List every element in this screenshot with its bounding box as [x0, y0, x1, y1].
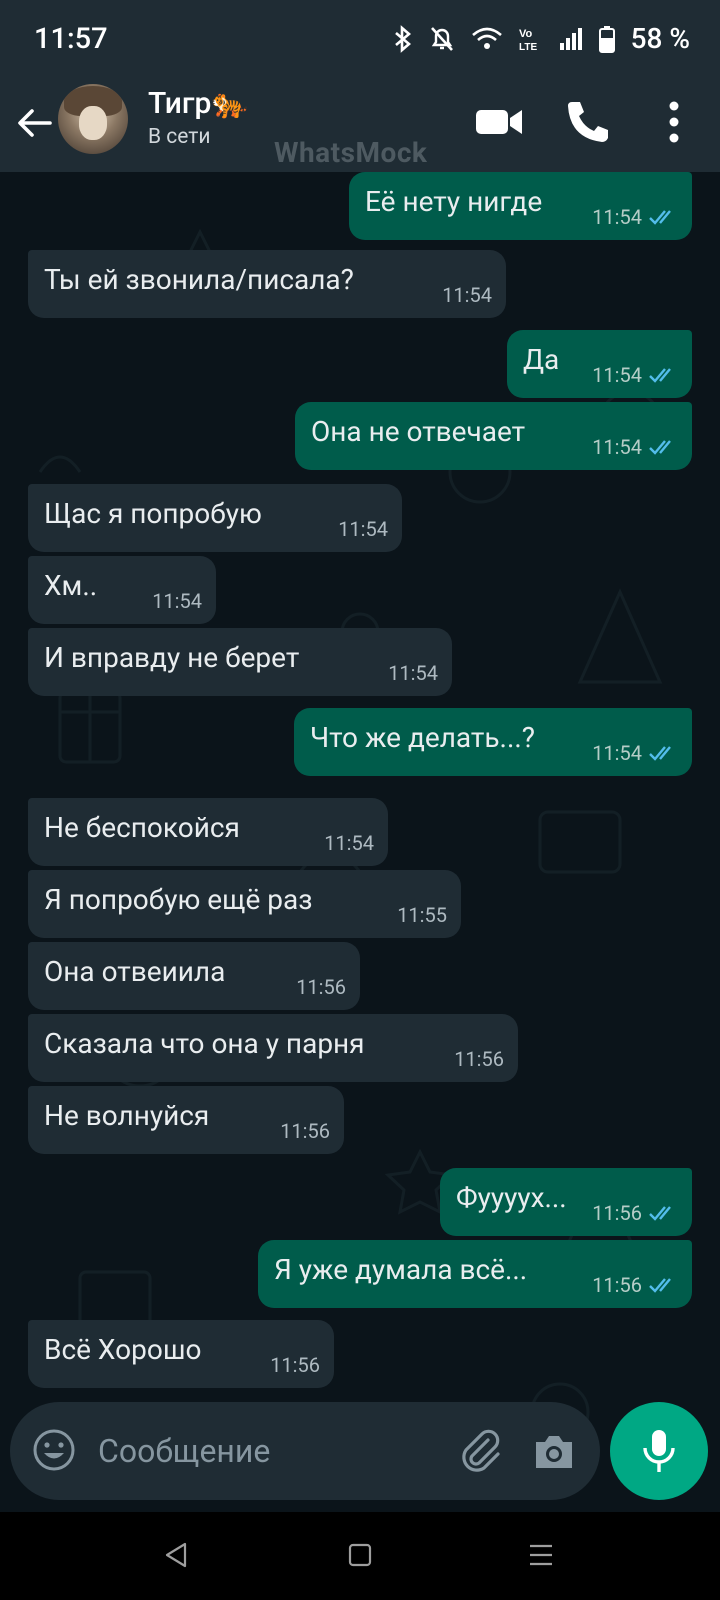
mute-icon: [430, 26, 453, 51]
message-text: Я попробую ещё раз: [44, 883, 313, 916]
message-text: Не беспокойся: [44, 811, 240, 844]
message-time: 11:56: [592, 1273, 642, 1297]
battery-icon: [598, 25, 615, 53]
message-time: 11:54: [442, 283, 492, 307]
camera-icon[interactable]: [532, 1430, 576, 1472]
message-bubble-incoming[interactable]: Она отвеиила 11:56: [28, 942, 360, 1010]
read-ticks-icon: [649, 1206, 671, 1221]
message-text: Что же делать...?: [310, 721, 535, 754]
nav-recents-icon[interactable]: [528, 1542, 554, 1568]
message-time: 11:54: [152, 589, 202, 613]
message-text: Щас я попробую: [44, 497, 262, 530]
contact-name[interactable]: Тигр🐅: [148, 86, 249, 121]
video-call-icon[interactable]: [474, 96, 526, 148]
message-bubble-outgoing[interactable]: Она не отвечает 11:54: [295, 402, 692, 470]
battery-percent: 58 %: [630, 22, 690, 55]
nav-back-icon[interactable]: [164, 1542, 188, 1568]
message-bubble-outgoing[interactable]: Её нету нигде 11:54: [349, 172, 692, 240]
read-ticks-icon: [649, 1278, 671, 1293]
volte-icon: Vo LTE: [519, 28, 537, 53]
message-time: 11:56: [280, 1119, 330, 1143]
message-time: 11:56: [592, 1201, 642, 1225]
message-time: 11:54: [338, 517, 388, 541]
message-text: Сказала что она у парня: [44, 1027, 365, 1060]
message-composer[interactable]: Сообщение: [10, 1402, 600, 1500]
message-bubble-incoming[interactable]: Сказала что она у парня 11:56: [28, 1014, 518, 1082]
message-bubble-incoming[interactable]: Всё Хорошо 11:56: [28, 1320, 334, 1388]
status-icons: Vo LTE 58 %: [393, 22, 690, 55]
svg-text:Vo: Vo: [519, 28, 533, 40]
message-text: Я уже думала всё...: [274, 1253, 528, 1286]
message-text: Она отвеиила: [44, 955, 226, 988]
message-text: Не волнуйся: [44, 1099, 210, 1132]
phone-call-icon[interactable]: [562, 96, 614, 148]
message-time: 11:54: [592, 363, 642, 387]
message-bubble-incoming[interactable]: Ты ей звонила/писала? 11:54: [28, 250, 506, 318]
attach-icon[interactable]: [458, 1428, 504, 1474]
message-time: 11:54: [324, 831, 374, 855]
message-time: 11:56: [454, 1047, 504, 1071]
nav-home-icon[interactable]: [348, 1542, 372, 1568]
signal-icon: [559, 27, 582, 50]
emoji-icon[interactable]: [32, 1428, 76, 1472]
message-time: 11:56: [296, 975, 346, 999]
more-vert-icon[interactable]: [648, 96, 700, 148]
watermark: WhatsMock: [274, 136, 428, 169]
message-input[interactable]: Сообщение: [98, 1432, 270, 1470]
read-ticks-icon: [649, 440, 671, 455]
message-time: 11:56: [270, 1353, 320, 1377]
message-bubble-outgoing[interactable]: Я уже думала всё... 11:56: [258, 1240, 692, 1308]
message-text: Всё Хорошо: [44, 1333, 202, 1366]
message-text: Ты ей звонила/писала?: [44, 263, 354, 296]
read-ticks-icon: [649, 210, 671, 225]
message-bubble-incoming[interactable]: Хм.. 11:54: [28, 556, 216, 624]
message-text: Хм..: [44, 569, 98, 602]
wifi-icon: [471, 27, 502, 49]
message-time: 11:54: [592, 435, 642, 459]
bluetooth-icon: [394, 24, 411, 53]
read-ticks-icon: [649, 746, 671, 761]
message-bubble-incoming[interactable]: Я попробую ещё раз 11:55: [28, 870, 461, 938]
message-time: 11:55: [397, 903, 447, 927]
back-arrow-icon[interactable]: [14, 102, 56, 144]
message-time: 11:54: [592, 205, 642, 229]
message-text: И вправду не берет: [44, 641, 300, 674]
read-ticks-icon: [649, 368, 671, 383]
avatar[interactable]: [58, 84, 128, 154]
message-time: 11:54: [388, 661, 438, 685]
contact-status: В сети: [148, 125, 211, 149]
chat-area[interactable]: Её нету нигде 11:54 Ты ей звонила/писала…: [0, 172, 720, 1512]
status-bar: 11:57 Vo LTE 58 %: [0, 0, 720, 80]
message-bubble-incoming[interactable]: Щас я попробую 11:54: [28, 484, 402, 552]
mic-icon: [643, 1430, 675, 1472]
message-bubble-incoming[interactable]: И вправду не берет 11:54: [28, 628, 452, 696]
message-bubble-outgoing[interactable]: Да 11:54: [507, 330, 692, 398]
svg-text:LTE: LTE: [519, 42, 537, 53]
message-text: Её нету нигде: [365, 185, 543, 218]
message-bubble-outgoing[interactable]: Фуууух... 11:56: [440, 1168, 692, 1236]
status-time: 11:57: [34, 22, 108, 56]
message-bubble-incoming[interactable]: Не волнуйся 11:56: [28, 1086, 344, 1154]
message-bubble-outgoing[interactable]: Что же делать...? 11:54: [294, 708, 692, 776]
mic-button[interactable]: [610, 1402, 708, 1500]
system-nav-bar: [0, 1512, 720, 1600]
message-text: Она не отвечает: [311, 415, 526, 448]
message-text: Да: [523, 343, 560, 376]
message-bubble-incoming[interactable]: Не беспокойся 11:54: [28, 798, 388, 866]
message-text: Фуууух...: [456, 1181, 567, 1214]
message-time: 11:54: [592, 741, 642, 765]
